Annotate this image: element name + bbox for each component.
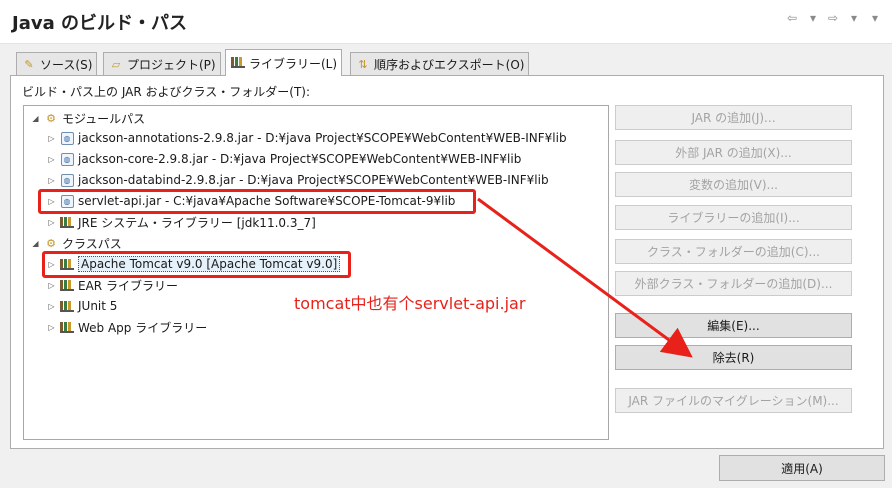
add-external-class-folder-button[interactable]: 外部クラス・フォルダーの追加(D)... xyxy=(615,271,852,296)
dialog-header: Java のビルド・パス ⇦ ▾ ⇨ ▾ ▾ xyxy=(0,0,892,44)
jar-icon: ◍ xyxy=(59,131,75,145)
tree-item-label: JUnit 5 xyxy=(78,299,118,313)
collapsed-chevron-icon[interactable]: ▷ xyxy=(46,281,57,290)
tab-libraries[interactable]: ライブラリー(L) xyxy=(225,49,343,76)
project-folder-icon: ▱ xyxy=(111,57,121,71)
expanded-chevron-icon[interactable]: ◢ xyxy=(30,239,41,248)
page-title: Java のビルド・パス xyxy=(12,13,187,34)
add-external-jar-button[interactable]: 外部 JAR の追加(X)... xyxy=(615,140,852,165)
tab-source[interactable]: ✎ ソース(S) xyxy=(16,52,98,75)
library-icon xyxy=(59,278,75,292)
add-variable-button[interactable]: 変数の追加(V)... xyxy=(615,172,852,197)
add-class-folder-button[interactable]: クラス・フォルダーの追加(C)... xyxy=(615,239,852,264)
tree-node-classpath[interactable]: ◢ ⚙ クラスパス xyxy=(30,233,122,253)
tree-item-label: jackson-annotations-2.9.8.jar - D:¥java … xyxy=(78,131,567,145)
forward-dropdown-icon[interactable]: ▾ xyxy=(851,11,857,25)
module-path-icon: ⚙ xyxy=(46,111,56,125)
class-path-icon: ⚙ xyxy=(46,236,56,250)
tab-source-label: ソース(S) xyxy=(40,57,93,72)
collapsed-chevron-icon[interactable]: ▷ xyxy=(46,176,57,185)
tree-item[interactable]: ▷ JUnit 5 xyxy=(46,296,117,316)
library-icon xyxy=(59,299,75,313)
back-dropdown-icon[interactable]: ▾ xyxy=(810,11,816,25)
collapsed-chevron-icon[interactable]: ▷ xyxy=(46,218,57,227)
jar-icon: ◍ xyxy=(59,173,75,187)
tree-item[interactable]: ▷ ◍ jackson-annotations-2.9.8.jar - D:¥j… xyxy=(46,128,567,148)
forward-arrow-icon[interactable]: ⇨ xyxy=(828,11,838,25)
tree-item-label: jackson-databind-2.9.8.jar - D:¥java Pro… xyxy=(78,173,549,187)
edit-button[interactable]: 編集(E)... xyxy=(615,313,852,338)
tab-libraries-label: ライブラリー(L) xyxy=(249,56,338,71)
tree-item-label: EAR ライブラリー xyxy=(78,278,178,293)
highlight-box-servlet-api xyxy=(38,189,476,214)
tree-item-label: jackson-core-2.9.8.jar - D:¥java Project… xyxy=(78,152,522,166)
highlight-box-tomcat xyxy=(42,251,351,278)
collapsed-chevron-icon[interactable]: ▷ xyxy=(46,302,57,311)
library-icon xyxy=(59,215,75,229)
tree-node-modulepath[interactable]: ◢ ⚙ モジュールパス xyxy=(30,108,145,128)
remove-button[interactable]: 除去(R) xyxy=(615,345,852,370)
apply-button[interactable]: 適用(A) xyxy=(719,455,885,481)
classpath-label: クラスパス xyxy=(62,236,122,251)
library-icon xyxy=(59,320,75,334)
add-library-button[interactable]: ライブラリーの追加(I)... xyxy=(615,205,852,230)
build-path-label: ビルド・パス上の JAR およびクラス・フォルダー(T): xyxy=(22,85,311,99)
tree-item[interactable]: ▷ ◍ jackson-core-2.9.8.jar - D:¥java Pro… xyxy=(46,149,521,169)
expanded-chevron-icon[interactable]: ◢ xyxy=(30,114,41,123)
tab-projects-label: プロジェクト(P) xyxy=(127,57,216,72)
tree-item[interactable]: ▷ ◍ jackson-databind-2.9.8.jar - D:¥java… xyxy=(46,170,549,190)
tab-order-export[interactable]: ⇅ 順序およびエクスポート(O) xyxy=(350,52,530,75)
modulepath-label: モジュールパス xyxy=(62,111,146,126)
tree-item-label: Web App ライブラリー xyxy=(78,320,208,335)
collapsed-chevron-icon[interactable]: ▷ xyxy=(46,323,57,332)
collapsed-chevron-icon[interactable]: ▷ xyxy=(46,134,57,143)
add-jar-button[interactable]: JAR の追加(J)... xyxy=(615,105,852,130)
view-menu-icon[interactable]: ▾ xyxy=(872,11,878,25)
tab-order-export-label: 順序およびエクスポート(O) xyxy=(374,57,525,72)
order-export-icon: ⇅ xyxy=(358,57,368,71)
collapsed-chevron-icon[interactable]: ▷ xyxy=(46,155,57,164)
annotation-note: tomcat中也有个servlet-api.jar xyxy=(294,294,526,313)
tree-item[interactable]: ▷ Web App ライブラリー xyxy=(46,317,207,337)
library-icon xyxy=(230,56,246,71)
tree-item[interactable]: ▷ EAR ライブラリー xyxy=(46,275,178,295)
jar-icon: ◍ xyxy=(59,152,75,166)
migrate-jar-button[interactable]: JAR ファイルのマイグレーション(M)... xyxy=(615,388,852,413)
back-arrow-icon[interactable]: ⇦ xyxy=(787,11,797,25)
tab-projects[interactable]: ▱ プロジェクト(P) xyxy=(103,52,221,75)
tree-item[interactable]: ▷ JRE システム・ライブラリー [jdk11.0.3_7] xyxy=(46,212,316,232)
tree-item-label: JRE システム・ライブラリー [jdk11.0.3_7] xyxy=(78,215,316,230)
source-folder-icon: ✎ xyxy=(24,57,34,71)
